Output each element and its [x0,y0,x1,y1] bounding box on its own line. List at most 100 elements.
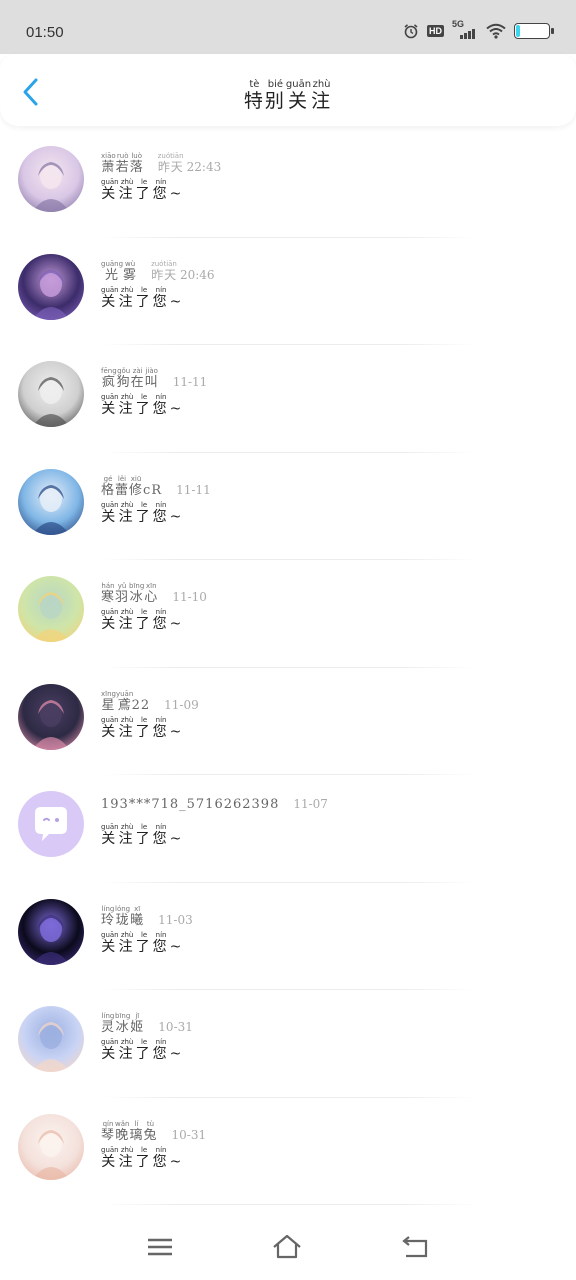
ruby-char: 了le [135,393,153,417]
avatar[interactable] [18,146,84,212]
ruby-char: 关guān [101,930,119,955]
ruby-char: 关guān [285,79,312,112]
list-item[interactable]: 光guāng雾wù 昨zuó天tiān 20:46 关guān注zhù了le您nín… [0,238,576,345]
ruby-char: 叫jiào [144,367,159,390]
avatar[interactable] [18,791,84,857]
ruby-char: 您nín [152,930,170,955]
status-time: 01:50 [26,24,64,41]
message-text: 关guān注zhù了le您nín~ [101,1038,185,1062]
avatar[interactable] [18,576,84,642]
ruby-char: 了le [135,608,153,632]
ruby-char: 鳶yuān [115,689,134,713]
user-info: 光guāng雾wù 昨zuó天tiān 20:46 [101,260,215,283]
home-button[interactable] [272,1232,302,1262]
ruby-char: 珑lóng [115,904,131,928]
user-info: 格gé蕾lěi修xiūcR 11-11 [101,475,211,498]
list-item[interactable]: 193***718_5716262398 11-07 关guān注zhù了le您ní… [0,775,576,883]
timestamp: 11-09 [164,697,199,712]
user-name[interactable]: 193***718_5716262398 [101,797,279,812]
ruby-char: 您nín [152,1145,170,1170]
ruby-char: 您nín [152,608,170,632]
ruby-char: 寒hán [101,582,116,605]
user-name[interactable]: 灵líng冰bīng姬jī [101,1012,145,1035]
list-item[interactable]: 格gé蕾lěi修xiūcR 11-11 关guān注zhù了le您nín~ [0,453,576,560]
user-name[interactable]: 萧xiāo若ruò落luò [101,152,144,175]
ruby-char: 雾wù [123,259,138,283]
ruby-char: 曦xī [130,904,145,928]
ruby-char: 注zhù [118,178,136,202]
ruby-char: 关guān [101,608,119,632]
list-item[interactable]: 寒hán羽yǔ冰bīng心xīn 11-10 关guān注zhù了le您nín~ [0,560,576,668]
ruby-char: 了le [135,285,153,310]
user-info: 琴qín晚wǎn璃lí兔tù 10-31 [101,1120,206,1143]
ruby-char: 了le [135,1038,153,1062]
user-info: 玲líng珑lóng曦xī 11-03 [101,905,193,928]
home-icon [273,1234,301,1259]
avatar[interactable] [18,683,84,750]
timestamp: 11-07 [293,797,328,811]
avatar[interactable] [18,468,84,535]
list-item[interactable]: 琴qín晚wǎn璃lí兔tù 10-31 关guān注zhù了le您nín~ [0,1098,576,1205]
user-info: 寒hán羽yǔ冰bīng心xīn 11-10 [101,582,207,605]
hd-icon: HD [427,25,444,37]
message-text: 关guān注zhù了le您nín~ [101,608,185,632]
wifi-icon [486,23,506,39]
ruby-char: 昨zuó [157,152,171,174]
menu-button[interactable] [145,1232,175,1262]
user-name[interactable]: 玲líng珑lóng曦xī [101,904,145,928]
ruby-char: 注zhù [118,930,136,955]
list-item[interactable]: 玲líng珑lóng曦xī 11-03 关guān注zhù了le您nín~ [0,883,576,990]
ruby-char: 在zài [130,367,145,390]
user-name[interactable]: 星xīng鳶yuān22 [101,689,150,713]
timestamp: 昨zuó天tiān 20:46 [151,259,215,282]
list-item[interactable]: 灵líng冰bīng姬jī 10-31 关guān注zhù了le您nín~ [0,990,576,1098]
ruby-char: 注zhù [118,1038,136,1062]
message-text: 关guān注zhù了le您nín~ [101,393,185,417]
avatar[interactable] [18,253,84,320]
ruby-char: 您nín [152,393,170,417]
ruby-char: 了le [135,715,153,740]
ruby-char: 羽yǔ [115,582,130,605]
ruby-char: 关guān [101,500,119,525]
ruby-char: 关guān [101,1038,119,1062]
list-item[interactable]: 星xīng鳶yuān22 11-09 关guān注zhù了le您nín~ [0,668,576,775]
page-title: 特tè别bié关guān注zhù [244,79,332,112]
ruby-char: 了le [135,178,153,202]
ruby-char: 姬jī [130,1012,145,1035]
user-name[interactable]: 寒hán羽yǔ冰bīng心xīn [101,582,159,605]
list-item[interactable]: 疯fēng狗gǒu在zài叫jiào 11-11 关guān注zhù了le您nín~ [0,345,576,453]
avatar[interactable] [18,1006,84,1072]
ruby-char: 若ruò [115,152,130,175]
ruby-char: 您nín [152,823,170,847]
back-nav-button[interactable] [400,1232,430,1262]
ruby-char: 注zhù [118,608,136,632]
ruby-char: 注zhù [118,715,136,740]
ruby-char: 兔tù [143,1119,158,1143]
ruby-char: 了le [135,930,153,955]
user-info: 灵líng冰bīng姬jī 10-31 [101,1012,193,1035]
avatar[interactable] [18,1113,84,1180]
user-name[interactable]: 光guāng雾wù [101,259,138,283]
ruby-char: 了le [135,823,153,847]
message-text: 关guān注zhù了le您nín~ [101,178,185,202]
avatar[interactable] [18,361,84,427]
avatar[interactable] [18,898,84,965]
user-name[interactable]: 疯fēng狗gǒu在zài叫jiào [101,367,159,390]
timestamp: 昨zuó天tiān 22:43 [157,152,222,174]
timestamp: 11-11 [176,482,211,497]
ruby-char: 灵líng [101,1012,116,1035]
user-name[interactable]: 琴qín晚wǎn璃lí兔tù [101,1119,158,1143]
ruby-char: 冰bīng [129,582,145,605]
user-name[interactable]: 格gé蕾lěi修xiūcR [101,475,162,498]
ruby-char: 您nín [152,500,170,525]
message-text: 关guān注zhù了le您nín~ [101,285,185,310]
ruby-char: 光guāng [101,259,124,283]
ruby-char: 心xīn [144,582,159,605]
message-text: 关guān注zhù了le您nín~ [101,1145,185,1170]
list-item[interactable]: 萧xiāo若ruò落luò 昨zuó天tiān 22:43 关guān注zhù了le… [0,130,576,238]
ruby-char: 了le [135,500,153,525]
ruby-char: 玲líng [101,904,116,928]
ruby-char: 注zhù [118,1145,136,1170]
timestamp: 10-31 [171,1127,207,1142]
user-info: 疯fēng狗gǒu在zài叫jiào 11-11 [101,367,207,390]
